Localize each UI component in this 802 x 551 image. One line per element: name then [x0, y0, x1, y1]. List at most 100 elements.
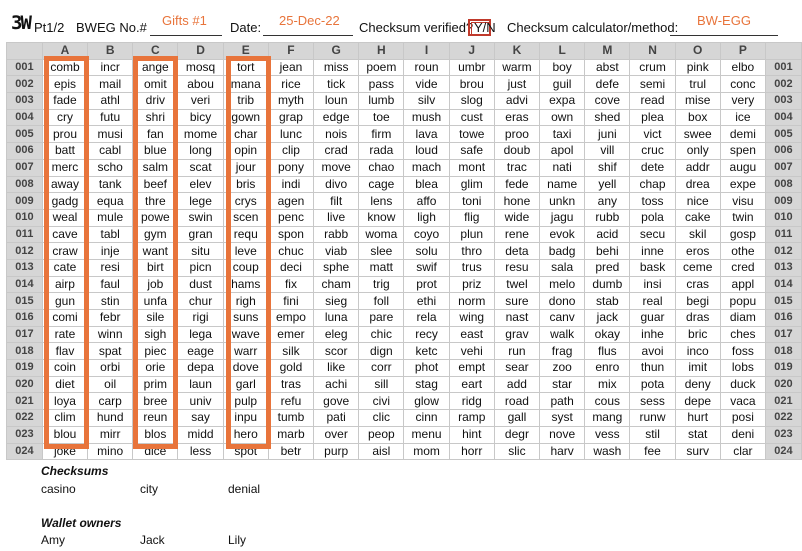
- word-cell: winn: [87, 325, 134, 344]
- word-cell: surv: [674, 442, 721, 461]
- word-cell: phot: [403, 359, 450, 377]
- table-row: 016 comi febr sile rigi suns empo luna pare rela w…: [6, 309, 802, 327]
- word-cell: box: [674, 108, 721, 127]
- word-cell: umbr: [448, 58, 495, 77]
- word-cell: cous: [584, 392, 631, 411]
- word-cell: ridg: [448, 392, 495, 411]
- word-cell: filt: [313, 192, 360, 210]
- word-cell: nove: [539, 425, 586, 444]
- word-cell: runw: [629, 409, 676, 427]
- word-cell: cage: [358, 175, 405, 194]
- row-number-left: 004: [6, 108, 43, 127]
- word-cell: vehi: [448, 342, 495, 361]
- word-cell: abst: [584, 58, 631, 77]
- word-cell: gran: [177, 225, 224, 244]
- row-number-left: 008: [6, 175, 43, 194]
- word-cell: depa: [177, 359, 224, 377]
- row-number-right: 011: [764, 225, 802, 244]
- word-grid-body: 001 comb incr ange mosq tort jean miss poem roun u…: [6, 58, 802, 461]
- word-cell: eras: [493, 108, 541, 127]
- word-cell: dete: [629, 158, 676, 177]
- word-cell: east: [448, 325, 495, 344]
- word-cell: harv: [539, 442, 586, 461]
- word-cell: prot: [403, 275, 450, 294]
- word-cell: nois: [313, 125, 360, 144]
- word-cell: cham: [313, 275, 360, 294]
- column-header-n: N: [629, 42, 676, 60]
- word-cell: acid: [584, 225, 631, 244]
- table-row: 005 prou musi fan mome char lunc nois firm lava to…: [6, 125, 802, 144]
- column-header-d: D: [177, 42, 224, 60]
- word-cell: popu: [719, 292, 766, 310]
- word-cell: visu: [719, 192, 766, 210]
- word-cell: sphe: [313, 258, 360, 277]
- word-cell: expe: [719, 175, 766, 194]
- word-cell: chao: [358, 158, 405, 177]
- word-cell: mix: [584, 375, 631, 394]
- row-number-left: 003: [6, 92, 43, 110]
- word-cell: clar: [719, 442, 766, 461]
- row-number-right: 017: [764, 325, 802, 344]
- word-cell: silk: [267, 342, 315, 361]
- word-cell: badg: [539, 242, 586, 260]
- word-cell: solu: [403, 242, 450, 260]
- table-row: 017 rate winn sigh lega wave emer eleg chic recy e…: [6, 325, 802, 344]
- word-cell: trul: [674, 75, 721, 94]
- word-cell: towe: [448, 125, 495, 144]
- word-cell: musi: [87, 125, 134, 144]
- row-number-left: 024: [6, 442, 43, 461]
- word-cell: eros: [674, 242, 721, 260]
- owner-3: Lily: [228, 533, 247, 547]
- word-cell: vaca: [719, 392, 766, 411]
- word-cell: road: [493, 392, 541, 411]
- row-number-left: 012: [6, 242, 43, 260]
- sheet-header: 3W Pt1/2 BWEG No.# Gifts #1 Date: 25-Dec…: [0, 0, 802, 40]
- row-number-right: 021: [764, 392, 802, 411]
- column-header-row: ABCDEFGHIJKLMNOP: [6, 42, 802, 60]
- word-cell: grav: [493, 325, 541, 344]
- row-number-left: 009: [6, 192, 43, 210]
- word-cell: eart: [448, 375, 495, 394]
- word-cell: athl: [87, 92, 134, 110]
- word-cell: enro: [584, 359, 631, 377]
- word-cell: scho: [87, 158, 134, 177]
- word-cell: toni: [448, 192, 495, 210]
- word-cell: deny: [674, 375, 721, 394]
- word-cell: wide: [493, 208, 541, 227]
- word-cell: foll: [358, 292, 405, 310]
- word-cell: tumb: [267, 409, 315, 427]
- word-cell: fee: [629, 442, 676, 461]
- checksum-verified-label: Checksum verified?: [359, 20, 474, 35]
- word-cell: avoi: [629, 342, 676, 361]
- word-cell: inco: [674, 342, 721, 361]
- word-cell: drea: [674, 175, 721, 194]
- word-cell: cinn: [403, 409, 450, 427]
- word-cell: purp: [313, 442, 360, 461]
- word-cell: mach: [403, 158, 450, 177]
- word-cell: like: [313, 359, 360, 377]
- word-cell: rada: [358, 142, 405, 160]
- yn-text: Y/N: [474, 20, 496, 35]
- word-cell: advi: [493, 92, 541, 110]
- word-cell: chic: [358, 325, 405, 344]
- word-cell: glow: [403, 392, 450, 411]
- word-cell: slee: [358, 242, 405, 260]
- word-cell: duck: [719, 375, 766, 394]
- word-cell: apol: [539, 142, 586, 160]
- word-cell: behi: [584, 242, 631, 260]
- bweg-label: BWEG No.#: [76, 20, 147, 35]
- word-cell: plun: [448, 225, 495, 244]
- table-row: 021 loya carp bree univ pulp refu gove civi glow r…: [6, 392, 802, 411]
- table-row: 010 weal mule powe swin scen penc live know ligh f…: [6, 208, 802, 227]
- word-cell: nati: [539, 158, 586, 177]
- calc-underline: [670, 35, 778, 36]
- word-cell: menu: [403, 425, 450, 444]
- word-cell: brou: [448, 75, 495, 94]
- row-number-left: 023: [6, 425, 43, 444]
- word-cell: yell: [584, 175, 631, 194]
- word-cell: real: [629, 292, 676, 310]
- word-cell: deni: [719, 425, 766, 444]
- word-cell: pare: [358, 309, 405, 327]
- row-number-right: 016: [764, 309, 802, 327]
- row-number-right: 009: [764, 192, 802, 210]
